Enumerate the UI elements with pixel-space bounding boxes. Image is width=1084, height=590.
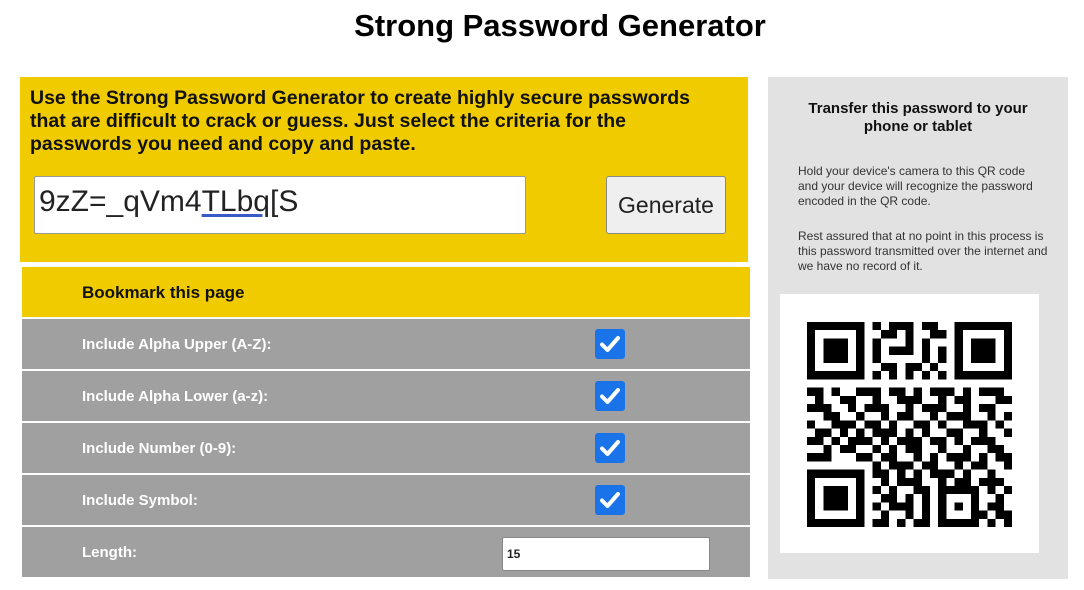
- option-label: Include Alpha Upper (A-Z):: [82, 336, 272, 353]
- symbol-checkbox[interactable]: [595, 485, 625, 515]
- checkmark-icon: [600, 388, 620, 404]
- intro-text: Use the Strong Password Generator to cre…: [30, 87, 690, 155]
- bookmark-label: Bookmark this page: [82, 283, 245, 302]
- generate-button[interactable]: Generate: [606, 176, 726, 234]
- password-text-start: 9zZ=_qVm4: [39, 185, 202, 218]
- option-label: Include Number (0-9):: [82, 440, 237, 457]
- option-label: Include Alpha Lower (a-z):: [82, 388, 269, 405]
- transfer-instructions: Hold your device's camera to this QR cod…: [798, 164, 1033, 208]
- option-row-alpha-lower: Include Alpha Lower (a-z):: [22, 371, 750, 421]
- transfer-assurance: Rest assured that at no point in this pr…: [798, 229, 1048, 273]
- password-text-end: S: [278, 185, 299, 218]
- password-text-underlined: TLbq[: [201, 185, 279, 218]
- number-checkbox[interactable]: [595, 433, 625, 463]
- generator-panel: Use the Strong Password Generator to cre…: [20, 77, 748, 262]
- alpha-upper-checkbox[interactable]: [595, 329, 625, 359]
- qr-code-icon: [807, 322, 1012, 527]
- page-title: Strong Password Generator: [354, 8, 766, 43]
- option-row-length: Length: 15: [22, 527, 750, 577]
- password-output-field[interactable]: 9zZ=_qVm4TLbq[S: [34, 176, 526, 234]
- option-row-alpha-upper: Include Alpha Upper (A-Z):: [22, 319, 750, 369]
- length-input[interactable]: 15: [502, 537, 710, 571]
- checkmark-icon: [600, 440, 620, 456]
- transfer-panel: Transfer this password to your phone or …: [768, 77, 1068, 579]
- checkmark-icon: [600, 492, 620, 508]
- option-row-number: Include Number (0-9):: [22, 423, 750, 473]
- transfer-title: Transfer this password to your phone or …: [808, 100, 1028, 135]
- checkmark-icon: [600, 336, 620, 352]
- qr-code: [780, 294, 1039, 553]
- option-row-symbol: Include Symbol:: [22, 475, 750, 525]
- option-label: Include Symbol:: [82, 492, 198, 509]
- length-label: Length:: [82, 544, 137, 561]
- alpha-lower-checkbox[interactable]: [595, 381, 625, 411]
- bookmark-link[interactable]: Bookmark this page: [22, 267, 750, 317]
